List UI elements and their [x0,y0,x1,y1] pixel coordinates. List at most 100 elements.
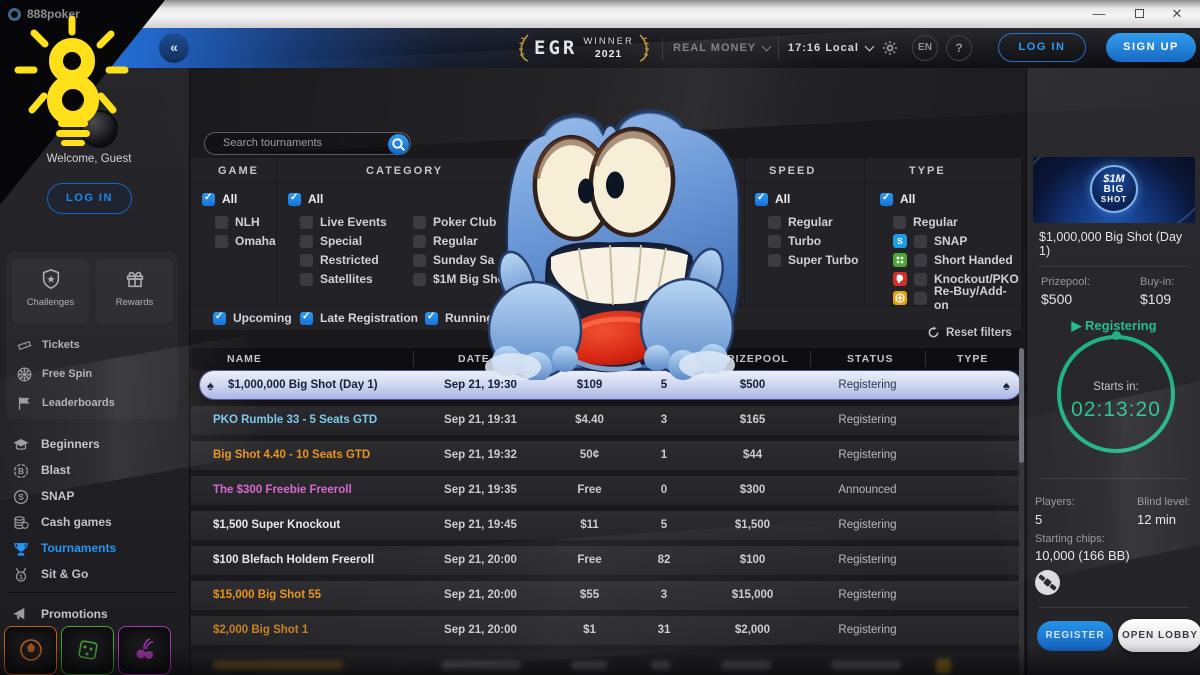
language-button[interactable]: EN [912,35,938,61]
super-turbo-checkbox[interactable] [768,254,781,267]
sidebar-item-snap[interactable]: SSNAP [12,484,182,508]
login-button-top[interactable]: LOG IN [998,33,1086,62]
filter-type-short-handed[interactable]: Short Handed [893,253,1013,267]
big-shot-promo-image: $1M BIG SHOT [1033,157,1195,223]
tournament-date: Sep 21, 19:31 [413,414,548,426]
tournament-status: Registering [810,589,925,601]
filter-category-all[interactable]: All [288,192,323,206]
signup-button[interactable]: SIGN UP [1106,33,1196,62]
sidebar-item-promotions[interactable]: Promotions [12,602,182,626]
game-tile-cherries[interactable] [118,626,171,675]
sidebar-tile-rewards[interactable]: Rewards [96,259,173,323]
filter-category-satellites[interactable]: Satellites [300,272,373,286]
table-row[interactable]: $1,500 Super KnockoutSep 21, 19:45$115$1… [191,511,1021,543]
reset-filters-button[interactable]: Reset filters [927,326,1012,339]
search-input[interactable]: Search tournaments [204,132,411,155]
sunday-sa-checkbox[interactable] [413,254,426,267]
register-button[interactable]: REGISTER [1037,621,1113,651]
live-events-checkbox[interactable] [300,216,313,229]
blurred-name [213,661,343,670]
column-header-type[interactable]: TYPE [957,353,988,365]
sidebar-item-free-spin[interactable]: Free Spin [16,363,176,385]
table-row[interactable]: The $300 Freebie FreerollSep 21, 19:35Fr… [191,476,1021,508]
search-icon[interactable] [388,134,409,155]
filter-label: All [222,192,237,206]
sidebar-item-sit-go[interactable]: 1Sit & Go [12,562,182,586]
filter-game-all[interactable]: All [202,192,237,206]
filter-speed-regular[interactable]: Regular [768,215,833,229]
special-checkbox[interactable] [300,235,313,248]
knockout-pko-checkbox[interactable] [914,273,927,286]
filter-status-upcoming[interactable]: Upcoming [213,311,292,325]
regular-checkbox[interactable] [768,216,781,229]
close-button[interactable]: ✕ [1160,0,1194,28]
table-scrollbar[interactable] [1019,348,1024,675]
all-checkbox[interactable] [202,193,215,206]
game-tile-dice[interactable] [61,626,114,675]
real-money-dropdown[interactable]: REAL MONEY [673,28,770,68]
sidebar-item-tournaments[interactable]: Tournaments [12,536,182,560]
table-row[interactable]: PKO Rumble 33 - 5 Seats GTDSep 21, 19:31… [191,406,1021,438]
table-row[interactable]: Big Shot 4.40 - 10 Seats GTDSep 21, 19:3… [191,441,1021,473]
filter-type-regular[interactable]: Regular [893,215,958,229]
filter-game-omaha[interactable]: Omaha [215,234,276,248]
sidebar-collapse-button[interactable]: « [159,33,189,63]
settings-gear-icon[interactable] [882,40,898,56]
sidebar-item-cash-games[interactable]: Cash games [12,510,182,534]
sidebar-tile-challenges[interactable]: Challenges [12,259,89,323]
upcoming-checkbox[interactable] [213,312,226,325]
maximize-button[interactable] [1122,0,1156,28]
sidebar-item-label: Free Spin [42,368,92,380]
minimize-button[interactable]: — [1082,0,1116,28]
snap-checkbox[interactable] [914,235,927,248]
filter-status-late-registration[interactable]: Late Registration [300,311,418,325]
omaha-checkbox[interactable] [215,235,228,248]
filter-game-nlh[interactable]: NLH [215,215,260,229]
filter-category-restricted[interactable]: Restricted [300,253,379,267]
re-buy-add-on-checkbox[interactable] [914,292,927,305]
turbo-checkbox[interactable] [768,235,781,248]
filter-label: Upcoming [233,311,292,325]
game-tile-ball[interactable] [4,626,57,675]
filter-type-all[interactable]: All [880,192,915,206]
short-handed-icon [893,253,907,267]
table-row[interactable]: $100 Blefach Holdem FreerollSep 21, 20:0… [191,546,1021,578]
running-checkbox[interactable] [425,312,438,325]
restricted-checkbox[interactable] [300,254,313,267]
filter-category-special[interactable]: Special [300,234,362,248]
nlh-checkbox[interactable] [215,216,228,229]
all-checkbox[interactable] [880,193,893,206]
filter-type-re-buy-add-on[interactable]: Re-Buy/Add-on [893,291,1021,305]
sidebar-item-tickets[interactable]: Tickets [16,334,176,356]
short-handed-checkbox[interactable] [914,254,927,267]
all-checkbox[interactable] [288,193,301,206]
regular-checkbox[interactable] [413,235,426,248]
open-lobby-button[interactable]: OPEN LOBBY [1118,619,1200,652]
late-registration-checkbox[interactable] [300,312,313,325]
table-row[interactable]: $2,000 Big Shot 1Sep 21, 20:00$131$2,000… [191,616,1021,648]
column-header-name[interactable]: NAME [227,353,262,365]
satellites-checkbox[interactable] [300,273,313,286]
sidebar-item-beginners[interactable]: Beginners [12,432,182,456]
filter-header-type: TYPE [909,165,946,177]
spade-icon: ♠ [207,378,214,393]
filter-label: Regular [913,215,958,229]
filter-category-live-events[interactable]: Live Events [300,215,387,229]
-1m-big-sho-checkbox[interactable] [413,273,426,286]
local-time-dropdown[interactable]: 17:16 Local [788,28,873,68]
filter-speed-turbo[interactable]: Turbo [768,234,821,248]
filter-speed-super-turbo[interactable]: Super Turbo [768,253,858,267]
sidebar-item-leaderboards[interactable]: Leaderboards [16,392,176,414]
help-button[interactable]: ? [946,35,972,61]
table-row[interactable]: $15,000 Big Shot 55Sep 21, 20:00$553$15,… [191,581,1021,613]
tournament-detail-panel: $1M BIG SHOT $1,000,000 Big Shot (Day 1)… [1026,68,1200,675]
sidebar-item-blast[interactable]: BBlast [12,458,182,482]
filter-type-snap[interactable]: SSNAP [893,234,967,248]
countdown-ring [1057,335,1175,453]
sidebar-login-button[interactable]: LOG IN [47,183,132,214]
medal-icon: 1 [12,566,29,583]
regular-checkbox[interactable] [893,216,906,229]
scrollbar-thumb[interactable] [1019,348,1024,463]
column-header-status[interactable]: STATUS [847,353,893,365]
poker-club-checkbox[interactable] [413,216,426,229]
